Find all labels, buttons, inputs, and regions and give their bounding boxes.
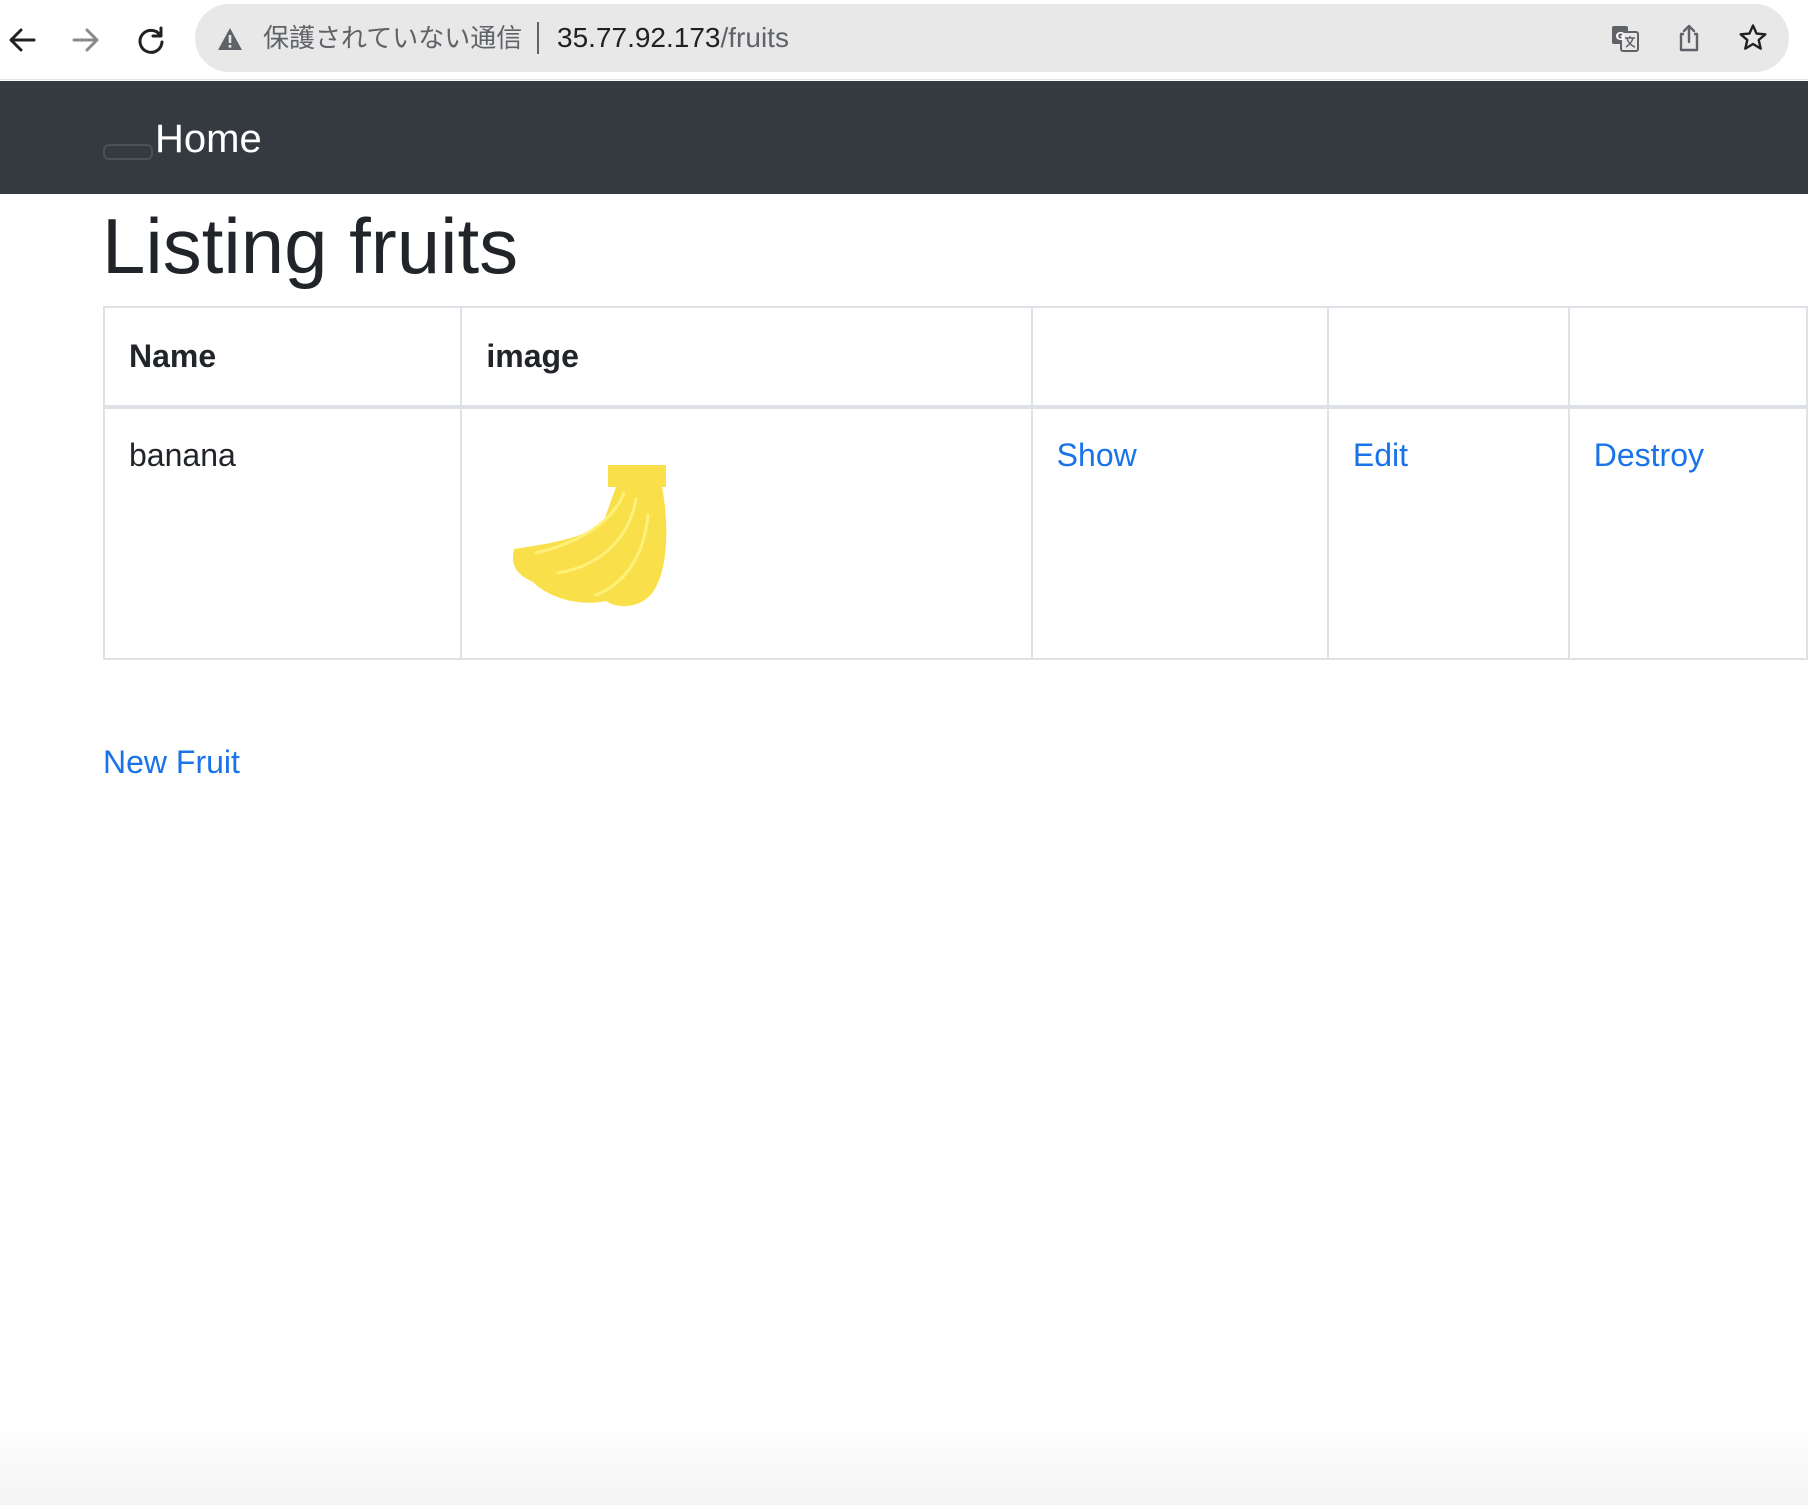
fruits-table: Name image banana Show Edit Destroy: [102, 306, 1808, 660]
back-arrow-icon: [9, 28, 36, 52]
fruit-name: banana: [129, 437, 236, 473]
translate-icon: G: [1612, 26, 1639, 52]
reload-icon: [138, 26, 164, 54]
forward-button[interactable]: [64, 18, 108, 62]
fruit-name-cell: banana: [102, 406, 463, 660]
destroy-link[interactable]: Destroy: [1594, 437, 1704, 473]
back-button[interactable]: [0, 18, 44, 62]
header-show-blank: [1030, 306, 1329, 409]
show-cell: Show: [1030, 406, 1329, 660]
browser-toolbar: 保護されていない通信 35.77.92.173/fruits G: [0, 0, 1808, 80]
new-fruit-link[interactable]: New Fruit: [103, 742, 240, 782]
destroy-cell: Destroy: [1567, 406, 1808, 660]
banana-icon: [513, 465, 667, 607]
svg-text:G: G: [1615, 30, 1624, 43]
table-row: banana Show Edit Destroy: [102, 406, 1808, 660]
url-text[interactable]: 35.77.92.173/fruits: [557, 22, 789, 54]
security-status-text[interactable]: 保護されていない通信: [263, 22, 522, 54]
bottom-edge-shadow: [0, 1420, 1808, 1505]
fruit-image-cell: [460, 406, 1033, 660]
bookmark-star-icon: [1739, 24, 1767, 50]
app-navbar: Home: [0, 81, 1808, 194]
header-edit-blank: [1326, 306, 1570, 409]
omnibox-divider: [537, 22, 539, 54]
header-image: image: [460, 306, 1033, 409]
address-bar[interactable]: 保護されていない通信 35.77.92.173/fruits G: [195, 4, 1789, 72]
header-name: Name: [102, 306, 463, 409]
edit-cell: Edit: [1326, 406, 1570, 660]
table-header-row: Name image: [102, 306, 1808, 409]
url-host: 35.77.92.173: [557, 22, 721, 53]
forward-arrow-icon: [72, 28, 99, 52]
share-button[interactable]: [1671, 20, 1707, 56]
translate-button[interactable]: G: [1607, 20, 1643, 56]
edit-link[interactable]: Edit: [1353, 437, 1408, 473]
bookmark-button[interactable]: [1735, 20, 1771, 56]
url-path: /fruits: [720, 22, 789, 53]
header-destroy-blank: [1567, 306, 1808, 409]
reload-button[interactable]: [129, 18, 173, 62]
warning-icon[interactable]: [217, 26, 243, 52]
navbar-toggler-button[interactable]: [103, 144, 153, 160]
show-link[interactable]: Show: [1057, 437, 1137, 473]
page-title: Listing fruits: [102, 202, 519, 290]
home-link[interactable]: Home: [155, 115, 262, 163]
share-icon: [1679, 24, 1699, 52]
